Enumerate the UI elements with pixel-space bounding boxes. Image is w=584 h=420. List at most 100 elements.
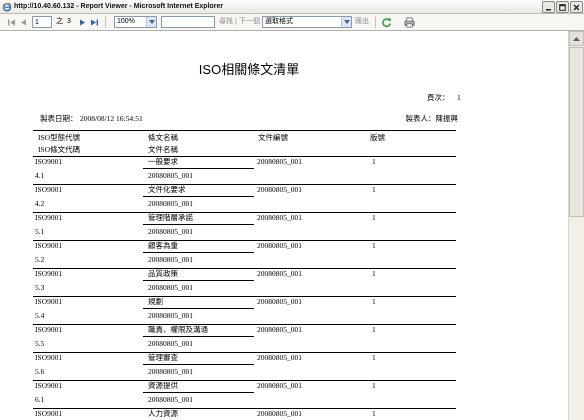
version-cell: 1 xyxy=(372,269,376,278)
table-row: ISO9001 一般要求 20080805_001 1 4.1 20080805… xyxy=(33,157,456,185)
title-bar: http://10.40.60.132 - Report Viewer - Mi… xyxy=(0,0,584,14)
close-icon xyxy=(573,4,580,10)
export-format-value: 選取格式 xyxy=(265,18,293,25)
page-label: 頁次： xyxy=(427,93,450,102)
version-cell: 1 xyxy=(372,325,376,334)
report-title: ISO相關條文清單 xyxy=(198,62,300,77)
report-date-label: 製表日期： xyxy=(40,114,78,123)
clause-code-cell: 4.2 xyxy=(35,199,45,208)
iso-type-cell: ISO9001 xyxy=(35,409,63,418)
doc-number-cell: 20080805_001 xyxy=(257,269,302,278)
doc-number-cell: 20080805_001 xyxy=(257,353,302,362)
table-row: ISO9001 管理審查 20080805_001 1 5.6 20080805… xyxy=(33,353,456,381)
doc-name-cell: 20080805_001 xyxy=(148,171,193,180)
previous-page-button[interactable] xyxy=(18,16,29,28)
iso-type-cell: ISO9001 xyxy=(35,241,63,250)
close-button[interactable] xyxy=(570,1,583,13)
page-number-input[interactable] xyxy=(32,16,52,28)
table-row: ISO9001 品質政策 20080805_001 1 5.3 20080805… xyxy=(33,269,456,297)
find-divider: | xyxy=(235,18,237,25)
next-page-icon xyxy=(80,19,85,25)
column-header-iso-type: ISO型態代號 xyxy=(38,133,81,142)
previous-page-icon xyxy=(21,19,26,25)
first-page-icon xyxy=(8,19,15,25)
table-row: ISO9001 管理階層承諾 20080805_001 1 5.1 200808… xyxy=(33,213,456,241)
find-next-link[interactable]: 下一個 xyxy=(239,16,260,28)
window-title: http://10.40.60.132 - Report Viewer - Mi… xyxy=(14,3,224,10)
clause-name-rule xyxy=(143,392,254,393)
last-page-icon xyxy=(91,19,98,25)
clause-name-cell: 人力資源 xyxy=(148,409,178,418)
doc-name-cell: 20080805_001 xyxy=(148,395,193,404)
iso-type-cell: ISO9001 xyxy=(35,325,63,334)
doc-number-cell: 20080805_001 xyxy=(257,185,302,194)
print-icon xyxy=(404,17,414,27)
doc-name-cell: 20080805_001 xyxy=(148,255,193,264)
clause-name-rule xyxy=(143,252,254,253)
clause-name-cell: 管理階層承諾 xyxy=(148,213,193,222)
doc-name-cell: 20080805_001 xyxy=(148,227,193,236)
column-header-clause-code: ISO條文代碼 xyxy=(38,145,81,154)
clause-code-cell: 5.6 xyxy=(35,367,45,376)
clause-code-cell: 5.4 xyxy=(35,311,45,320)
clause-name-rule xyxy=(143,224,254,225)
version-cell: 1 xyxy=(372,213,376,222)
version-cell: 1 xyxy=(372,353,376,362)
minimize-button[interactable] xyxy=(542,1,555,13)
table-row: ISO9001 資源提供 20080805_001 1 6.1 20080805… xyxy=(33,381,456,409)
clause-name-cell: 一般要求 xyxy=(148,157,178,166)
version-cell: 1 xyxy=(372,381,376,390)
zoom-dropdown-arrow[interactable] xyxy=(146,17,156,27)
doc-name-cell: 20080805_001 xyxy=(148,283,193,292)
doc-number-cell: 20080805_001 xyxy=(257,157,302,166)
export-format-select[interactable]: 選取格式 xyxy=(262,16,352,28)
scroll-thumb[interactable] xyxy=(569,47,584,217)
find-link[interactable]: 尋找 xyxy=(219,16,233,28)
find-text-input[interactable] xyxy=(161,16,215,28)
iso-type-cell: ISO9001 xyxy=(35,353,63,362)
clause-name-rule xyxy=(143,280,254,281)
last-page-button[interactable] xyxy=(89,16,100,28)
column-header-clause-name: 條文名稱 xyxy=(148,133,178,142)
export-link[interactable]: 匯出 xyxy=(355,16,369,28)
doc-name-cell: 20080805_001 xyxy=(148,367,193,376)
version-cell: 1 xyxy=(372,297,376,306)
report-author-label: 製表人： xyxy=(405,114,436,123)
table-row: ISO9001 職責、權限及溝通 20080805_001 1 5.5 2008… xyxy=(33,325,456,353)
maximize-button[interactable] xyxy=(556,1,569,13)
doc-number-cell: 20080805_001 xyxy=(257,241,302,250)
vertical-scrollbar[interactable] xyxy=(568,31,584,420)
chevron-down-icon xyxy=(343,20,350,24)
export-format-dropdown-arrow[interactable] xyxy=(341,17,351,27)
first-page-button[interactable] xyxy=(6,16,17,28)
next-page-button[interactable] xyxy=(77,16,88,28)
page-number: 1 xyxy=(457,93,461,102)
report-date-value: 2008/08/12 16:54:51 xyxy=(80,114,143,123)
table-row: ISO9001 文件化要求 20080805_001 1 4.2 2008080… xyxy=(33,185,456,213)
report-toolbar: 之 3 100% 尋找 | 下一個 選取格式 匯出 xyxy=(0,14,584,31)
version-cell: 1 xyxy=(372,185,376,194)
clause-code-cell: 5.5 xyxy=(35,339,45,348)
report-page: ISO相關條文清單 頁次： 1 製表日期： 2008/08/12 16:54:5… xyxy=(0,31,568,420)
zoom-select[interactable]: 100% xyxy=(114,16,157,28)
refresh-icon xyxy=(381,17,391,27)
table-row: ISO9001 顧客為重 20080805_001 1 5.2 20080805… xyxy=(33,241,456,269)
refresh-button[interactable] xyxy=(380,16,392,28)
clause-name-cell: 管理審查 xyxy=(148,353,178,362)
clause-name-rule xyxy=(143,308,254,309)
version-cell: 1 xyxy=(372,241,376,250)
clause-code-cell: 6.1 xyxy=(35,395,45,404)
internet-explorer-icon xyxy=(2,2,12,12)
clause-name-cell: 資源提供 xyxy=(148,381,178,390)
doc-number-cell: 20080805_001 xyxy=(257,213,302,222)
clause-name-cell: 規劃 xyxy=(148,297,163,306)
iso-type-cell: ISO9001 xyxy=(35,269,63,278)
clause-name-rule xyxy=(143,364,254,365)
scroll-up-button[interactable] xyxy=(569,31,584,46)
doc-name-cell: 20080805_001 xyxy=(148,199,193,208)
table-row: ISO9001 人力資源 20080805_001 1 xyxy=(33,409,456,420)
print-button[interactable] xyxy=(403,16,415,28)
toolbar-divider xyxy=(375,16,376,28)
iso-type-cell: ISO9001 xyxy=(35,213,63,222)
column-header-doc-name: 文件名稱 xyxy=(148,145,178,154)
